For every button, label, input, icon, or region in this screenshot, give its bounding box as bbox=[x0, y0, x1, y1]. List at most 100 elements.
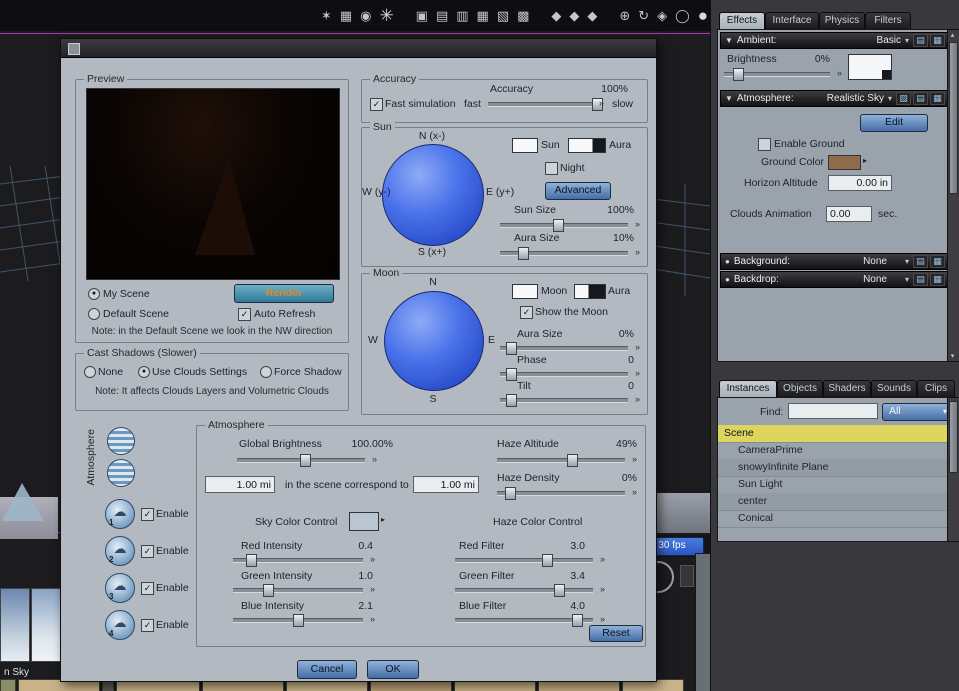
blue-filter-value[interactable]: 4.0 bbox=[549, 600, 585, 612]
background-mode-dropdown[interactable]: None bbox=[863, 256, 887, 267]
pyramid-object[interactable] bbox=[2, 483, 44, 521]
slider-handle[interactable] bbox=[542, 554, 553, 567]
tab-physics[interactable]: Physics bbox=[819, 12, 865, 30]
sun-size-value[interactable]: 100% bbox=[594, 204, 634, 216]
layout-wide-icon[interactable]: ▧ bbox=[497, 8, 509, 23]
show-moon-checkbox[interactable]: ✓ bbox=[520, 306, 533, 319]
moon-tilt-value[interactable]: 0 bbox=[600, 380, 634, 392]
accuracy-slider[interactable]: » bbox=[488, 98, 604, 111]
tab-sounds[interactable]: Sounds bbox=[871, 380, 917, 398]
cloud-layer-1-enable-checkbox[interactable]: ✓ bbox=[141, 508, 154, 521]
haze-layer-icon[interactable] bbox=[107, 459, 135, 487]
scene-root-row[interactable]: Scene bbox=[718, 425, 948, 443]
green-filter-value[interactable]: 3.4 bbox=[549, 570, 585, 582]
night-checkbox[interactable] bbox=[545, 162, 558, 175]
sun-position-sphere[interactable] bbox=[382, 144, 484, 246]
reset-button[interactable]: Reset bbox=[589, 625, 643, 642]
moon-aura-swatch[interactable] bbox=[574, 284, 606, 299]
cloud-layer-2-enable-checkbox[interactable]: ✓ bbox=[141, 545, 154, 558]
preset-thumbnail[interactable] bbox=[0, 588, 30, 662]
edit-button[interactable]: Edit bbox=[860, 114, 928, 132]
dropdown-icon[interactable]: ▾ bbox=[905, 36, 909, 45]
my-scene-radio[interactable]: ● bbox=[88, 288, 100, 300]
ground-color-popup-icon[interactable]: ▸ bbox=[863, 156, 867, 165]
preset-load-icon[interactable]: ▦ bbox=[930, 34, 945, 47]
preset-load-icon[interactable]: ▦ bbox=[930, 92, 945, 105]
slider-handle[interactable] bbox=[572, 614, 583, 627]
cloud-layer-1-icon[interactable]: ☁ 1 bbox=[105, 499, 135, 529]
accuracy-value[interactable]: 100% bbox=[588, 83, 628, 95]
viewport-gizmo-handle[interactable] bbox=[680, 565, 694, 587]
find-input[interactable] bbox=[788, 403, 878, 419]
preset-save-icon[interactable]: ▤ bbox=[913, 92, 928, 105]
background-section-header[interactable]: ● Background: None ▾ ▤ ▦ bbox=[720, 253, 948, 270]
tab-filters[interactable]: Filters bbox=[865, 12, 911, 30]
rotate-icon[interactable]: ↻ bbox=[638, 8, 649, 23]
slider-handle[interactable] bbox=[733, 68, 745, 81]
dropdown-icon[interactable]: ▾ bbox=[905, 257, 909, 266]
tab-instances[interactable]: Instances bbox=[719, 380, 777, 398]
backdrop-mode-dropdown[interactable]: None bbox=[863, 274, 887, 285]
list-item[interactable]: CameraPrime bbox=[718, 442, 948, 460]
atmosphere-section-header[interactable]: ▼ Atmosphere: Realistic Sky ▾ ▧ ▤ ▦ bbox=[720, 90, 948, 107]
global-brightness-slider[interactable]: » bbox=[237, 454, 377, 467]
panel-splitter[interactable] bbox=[695, 553, 711, 691]
sphere-icon[interactable]: ● bbox=[698, 7, 708, 24]
slider-handle[interactable] bbox=[245, 554, 257, 567]
scroll-up-icon[interactable]: ▴ bbox=[948, 31, 957, 39]
scale-from-field[interactable] bbox=[205, 476, 275, 493]
sky-color-popup-icon[interactable]: ▸ bbox=[381, 515, 385, 524]
sun-aura-swatch[interactable] bbox=[568, 138, 606, 153]
layout-quad-icon[interactable]: ▦ bbox=[477, 8, 489, 23]
list-item[interactable]: Sun Light bbox=[718, 476, 948, 494]
haze-density-value[interactable]: 0% bbox=[601, 472, 637, 484]
haze-altitude-slider[interactable]: » bbox=[497, 454, 637, 467]
shield-3-icon[interactable]: ◆ bbox=[587, 8, 597, 23]
slider-handle[interactable] bbox=[505, 487, 517, 500]
sun-aura-size-slider[interactable]: » bbox=[500, 247, 640, 260]
dialog-titlebar[interactable] bbox=[61, 39, 656, 58]
list-item[interactable]: center bbox=[718, 493, 948, 511]
auto-refresh-checkbox[interactable]: ✓ bbox=[238, 308, 251, 321]
display-icon[interactable]: ◉ bbox=[360, 8, 371, 23]
shield-2-icon[interactable]: ◆ bbox=[569, 8, 579, 23]
tab-clips[interactable]: Clips bbox=[917, 380, 955, 398]
layout-single-icon[interactable]: ▣ bbox=[416, 8, 428, 23]
slider-handle[interactable] bbox=[262, 584, 274, 597]
preset-thumbnail[interactable] bbox=[31, 588, 62, 662]
haze-density-slider[interactable]: » bbox=[497, 487, 637, 500]
shadow-force-radio[interactable] bbox=[260, 366, 272, 378]
light-icon[interactable]: ✶ bbox=[321, 8, 332, 23]
effects-scrollbar[interactable]: ▴ ▾ bbox=[947, 29, 959, 362]
preset-load-icon[interactable]: ▦ bbox=[930, 255, 945, 268]
cloud-layer-2-icon[interactable]: ☁ 2 bbox=[105, 536, 135, 566]
ground-color-swatch[interactable] bbox=[828, 155, 861, 170]
ambient-color-swatch[interactable] bbox=[848, 54, 892, 80]
green-intensity-slider[interactable]: » bbox=[233, 584, 375, 597]
moon-aura-size-value[interactable]: 0% bbox=[600, 328, 634, 340]
enable-ground-checkbox[interactable] bbox=[758, 138, 771, 151]
tab-interface[interactable]: Interface bbox=[765, 12, 819, 30]
disclosure-icon[interactable]: ▼ bbox=[725, 36, 733, 45]
moon-tilt-slider[interactable]: » bbox=[500, 394, 640, 407]
ambient-section-header[interactable]: ▼ Ambient: Basic ▾ ▤ ▦ bbox=[720, 32, 948, 49]
brightness-value[interactable]: 0% bbox=[794, 53, 830, 65]
preset-save-icon[interactable]: ▤ bbox=[913, 273, 928, 286]
blue-intensity-value[interactable]: 2.1 bbox=[337, 600, 373, 612]
preset-load-icon[interactable]: ▦ bbox=[930, 273, 945, 286]
atmosphere-mode-dropdown[interactable]: Realistic Sky bbox=[827, 93, 884, 104]
cloud-layer-4-icon[interactable]: ☁ 4 bbox=[105, 610, 135, 640]
snowflake-icon[interactable]: ✳ bbox=[379, 7, 393, 24]
slider-handle[interactable] bbox=[292, 614, 304, 627]
scroll-down-icon[interactable]: ▾ bbox=[948, 352, 957, 360]
blue-filter-slider[interactable]: » bbox=[455, 614, 605, 627]
slider-handle[interactable] bbox=[554, 584, 565, 597]
slider-handle[interactable] bbox=[505, 342, 517, 355]
scrollbar-thumb[interactable] bbox=[949, 42, 958, 194]
ok-button[interactable]: OK bbox=[367, 660, 419, 679]
scale-to-field[interactable] bbox=[413, 476, 479, 493]
backdrop-section-header[interactable]: ● Backdrop: None ▾ ▤ ▦ bbox=[720, 271, 948, 288]
cloud-layer-3-enable-checkbox[interactable]: ✓ bbox=[141, 582, 154, 595]
list-item[interactable]: snowyInfinite Plane bbox=[718, 459, 948, 477]
sun-size-slider[interactable]: » bbox=[500, 219, 640, 232]
